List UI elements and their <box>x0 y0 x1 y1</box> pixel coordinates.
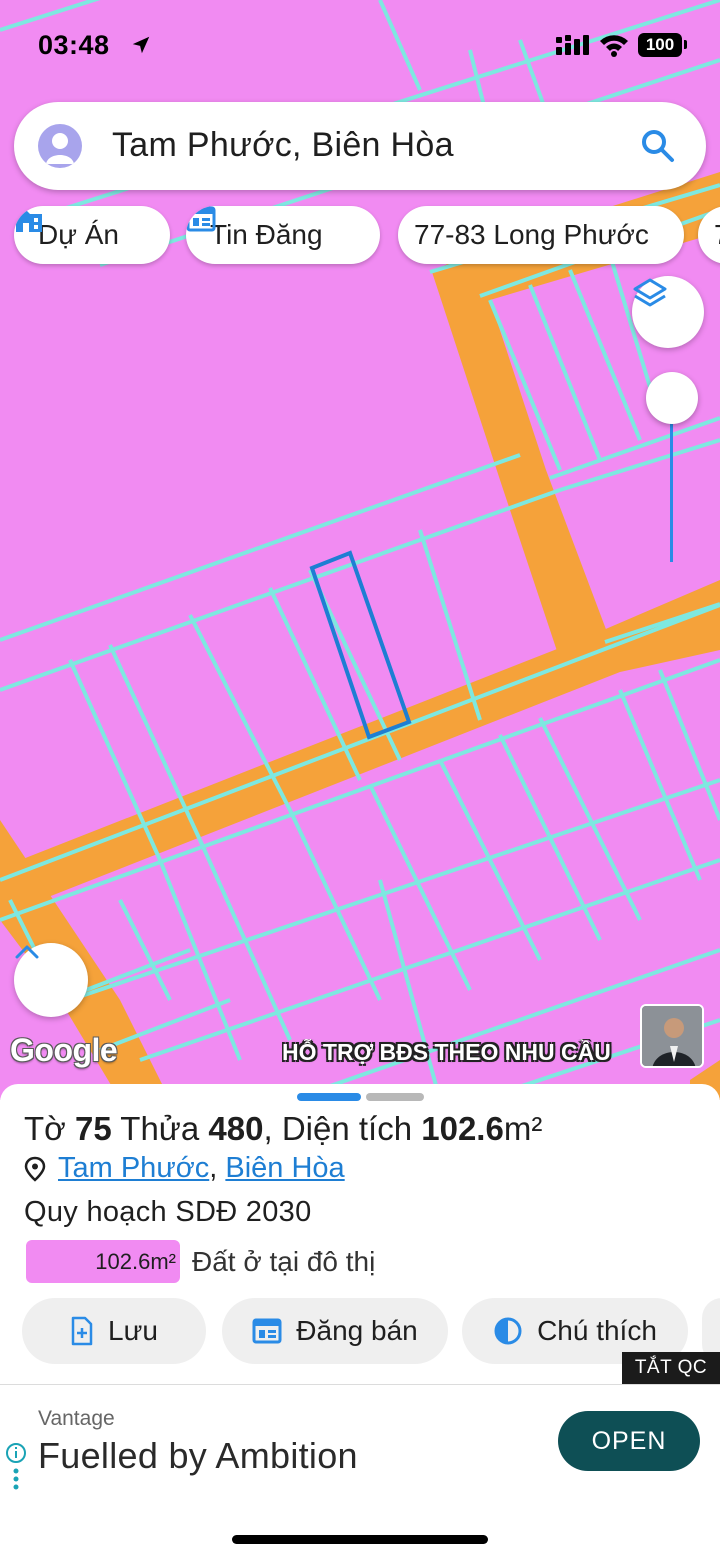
to-number: 75 <box>74 1110 112 1147</box>
ad-brand: Vantage <box>38 1407 115 1430</box>
parcel-map[interactable]: 03:48 100 Tam Phước, Biên Hòa Dự Án Tin … <box>0 0 720 1100</box>
ward-link[interactable]: Tam Phước <box>58 1152 209 1185</box>
chip-77-83-long-phuoc[interactable]: 77-83 Long Phước <box>398 206 684 264</box>
search-input[interactable]: Tam Phước, Biên Hòa <box>112 126 454 165</box>
parcel-info-sheet[interactable]: Tờ 75 Thửa 480, Diện tích 102.6m² Tam Ph… <box>0 1084 720 1384</box>
ad-banner[interactable]: Vantage Fuelled by Ambition OPEN <box>0 1384 720 1498</box>
plan-title: Quy hoạch SDĐ 2030 <box>24 1196 312 1228</box>
save-button[interactable]: Lưu <box>22 1298 206 1364</box>
google-logo: Google <box>10 1032 118 1068</box>
ad-close-button[interactable]: TẮT QC <box>622 1352 720 1384</box>
opacity-slider-track[interactable] <box>670 400 673 562</box>
thua-label: Thửa <box>120 1110 200 1147</box>
chip-label: 77-83 Long Phước <box>414 219 649 250</box>
promo-avatar[interactable] <box>640 1004 704 1068</box>
parcel-summary: Tờ 75 Thửa 480, Diện tích 102.6m² <box>24 1110 542 1148</box>
to-label: Tờ <box>24 1110 66 1147</box>
save-label: Lưu <box>108 1315 158 1346</box>
area-label: Diện tích <box>281 1110 413 1147</box>
info-icon[interactable] <box>4 1441 28 1498</box>
status-bar: 03:48 100 <box>0 0 720 92</box>
layers-button[interactable] <box>632 276 704 348</box>
location-line: Tam Phước, Biên Hòa <box>24 1152 345 1185</box>
listing-icon <box>252 1318 282 1344</box>
city-link[interactable]: Biên Hòa <box>225 1152 344 1185</box>
chip-tin-dang[interactable]: Tin Đăng <box>186 206 380 264</box>
area-value: 102.6 <box>421 1110 504 1147</box>
chip-label: Dự Án <box>38 219 119 250</box>
contrast-icon <box>493 1316 523 1346</box>
ad-open-button[interactable]: OPEN <box>558 1411 700 1471</box>
opacity-slider-knob[interactable] <box>646 372 698 424</box>
chip-partial[interactable]: 7 <box>698 206 720 264</box>
promo-banner-text[interactable]: HỖ TRỢ BĐS THEO NHU CẦU <box>282 1039 642 1066</box>
legend-label: Chú thích <box>537 1315 657 1346</box>
home-indicator[interactable] <box>232 1535 488 1544</box>
land-type-label: Đất ở tại đô thị <box>192 1246 376 1277</box>
post-sale-button[interactable]: Đăng bán <box>222 1298 448 1364</box>
summary-separator: , <box>263 1110 273 1147</box>
sheet-handle-active[interactable] <box>297 1093 361 1101</box>
chip-label: 7 <box>714 219 720 251</box>
chip-label: Tin Đăng <box>210 219 323 250</box>
battery-indicator: 100 <box>638 33 682 57</box>
thua-number: 480 <box>208 1110 264 1147</box>
area-unit: m² <box>503 1110 543 1147</box>
land-area-swatch: 102.6m² <box>26 1240 180 1283</box>
filter-chips: Dự Án Tin Đăng 77-83 Long Phước 7 <box>0 206 720 266</box>
ad-headline[interactable]: Fuelled by Ambition <box>38 1435 358 1477</box>
collapse-button[interactable] <box>14 943 88 1017</box>
search-bar[interactable]: Tam Phước, Biên Hòa <box>14 102 706 190</box>
location-separator: , <box>209 1152 218 1184</box>
map-pin-icon <box>24 1156 46 1182</box>
sheet-handle-inactive[interactable] <box>366 1093 424 1101</box>
chip-du-an[interactable]: Dự Án <box>14 206 170 264</box>
post-sale-label: Đăng bán <box>296 1315 418 1346</box>
user-avatar-icon[interactable] <box>38 124 82 168</box>
status-time: 03:48 <box>38 30 110 60</box>
battery-tip <box>684 40 687 49</box>
add-file-icon <box>70 1316 94 1346</box>
